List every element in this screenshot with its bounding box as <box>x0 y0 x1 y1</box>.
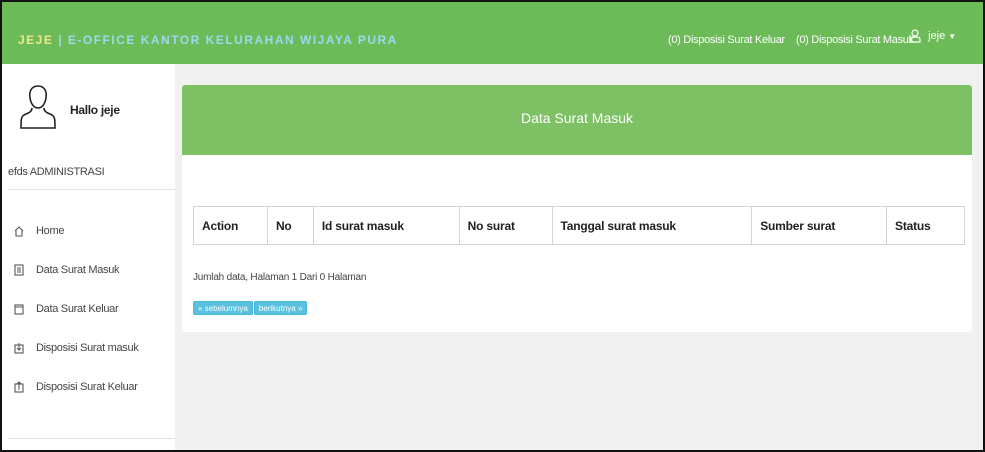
sidebar-item-label: Data Surat Masuk <box>36 264 120 276</box>
brand-title[interactable]: JEJE | E-OFFICE KANTOR KELURAHAN WIJAYA … <box>18 33 398 47</box>
sidebar-item-disposisi-surat-masuk[interactable]: Disposisi Surat masuk <box>14 339 139 357</box>
caret-down-icon: ▼ <box>948 31 957 41</box>
avatar <box>20 85 56 129</box>
user-menu[interactable]: jeje ▼ <box>909 29 956 43</box>
content-panel: Data Surat Masuk Action No Id surat masu… <box>182 85 972 332</box>
prev-page-button[interactable]: « sebelumnya <box>193 301 253 315</box>
inbox-icon <box>14 264 24 276</box>
top-navbar: JEJE | E-OFFICE KANTOR KELURAHAN WIJAYA … <box>2 2 983 64</box>
sidebar-divider <box>8 438 175 439</box>
nav-disposisi-surat-masuk[interactable]: (0) Disposisi Surat Masuk <box>796 34 914 46</box>
sidebar-item-label: Disposisi Surat Keluar <box>36 381 138 393</box>
outbox-icon <box>14 303 24 315</box>
disposition-in-icon <box>14 343 24 354</box>
column-header-action[interactable]: Action <box>193 206 268 245</box>
user-menu-label: jeje <box>928 29 946 42</box>
column-header-no-surat[interactable]: No surat <box>458 206 553 245</box>
next-page-button[interactable]: berikutnya » <box>253 301 308 315</box>
pagination-info: Jumlah data, Halaman 1 Dari 0 Halaman <box>193 272 367 283</box>
brand-subtitle: | E-OFFICE KANTOR KELURAHAN WIJAYA PURA <box>53 33 398 47</box>
column-header-id-surat-masuk[interactable]: Id surat masuk <box>312 206 460 245</box>
disposition-out-icon <box>14 381 24 393</box>
column-header-tanggal-surat-masuk[interactable]: Tanggal surat masuk <box>551 206 753 245</box>
sidebar-item-label: Disposisi Surat masuk <box>36 342 139 354</box>
sidebar-item-disposisi-surat-keluar[interactable]: Disposisi Surat Keluar <box>14 378 138 396</box>
user-icon <box>909 29 921 43</box>
sidebar-item-label: Home <box>36 225 65 237</box>
home-icon <box>14 225 24 237</box>
brand-name: JEJE <box>18 33 54 47</box>
sidebar-item-home[interactable]: Home <box>14 222 64 240</box>
nav-disposisi-surat-keluar[interactable]: (0) Disposisi Surat Keluar <box>668 34 785 46</box>
sidebar-item-data-surat-keluar[interactable]: Data Surat Keluar <box>14 300 119 318</box>
app-frame: JEJE | E-OFFICE KANTOR KELURAHAN WIJAYA … <box>0 0 985 452</box>
page-title: Data Surat Masuk <box>182 85 972 155</box>
table-header-row: Action No Id surat masuk No surat Tangga… <box>193 206 965 245</box>
column-header-no[interactable]: No <box>266 206 314 245</box>
surat-masuk-table: Action No Id surat masuk No surat Tangga… <box>193 206 965 245</box>
greeting-text: Hallo jeje <box>70 103 120 117</box>
pagination: « sebelumnya berikutnya » <box>193 301 308 315</box>
sidebar-item-label: Data Surat Keluar <box>36 303 119 315</box>
sidebar: Hallo jeje efds ADMINISTRASI Home Data S… <box>2 64 175 450</box>
column-header-status[interactable]: Status <box>886 206 965 245</box>
sidebar-divider <box>8 189 175 190</box>
column-header-sumber-surat[interactable]: Sumber surat <box>751 206 888 245</box>
user-role: efds ADMINISTRASI <box>8 166 105 178</box>
sidebar-item-data-surat-masuk[interactable]: Data Surat Masuk <box>14 261 120 279</box>
